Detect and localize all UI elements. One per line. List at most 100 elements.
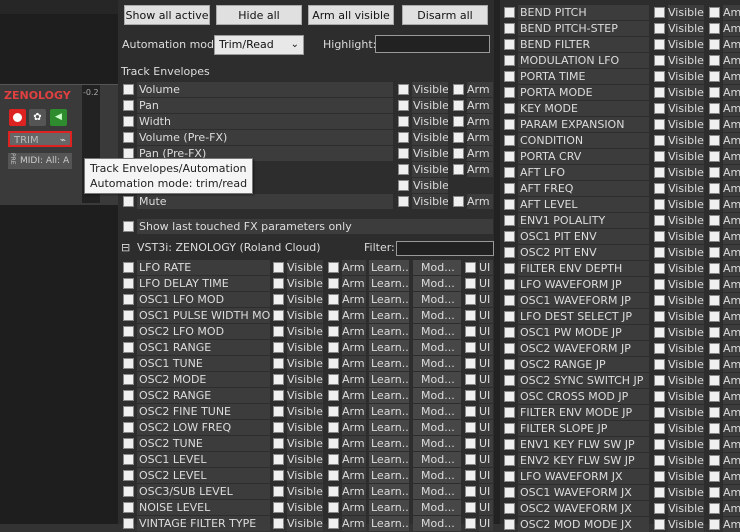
arm-checkbox[interactable] [709, 263, 720, 274]
mod-button[interactable]: Mod... [413, 372, 461, 387]
param-checkbox[interactable] [504, 39, 515, 50]
mod-button[interactable]: Mod... [413, 484, 461, 499]
plugin-param-row[interactable]: LFO RATE Visible Arm Learn... Mod... UI [121, 260, 493, 275]
envelope-checkbox[interactable] [123, 100, 134, 111]
learn-button[interactable]: Learn... [369, 260, 409, 275]
param-checkbox[interactable] [504, 343, 515, 354]
hide-all-button[interactable]: Hide all [216, 5, 302, 25]
visible-checkbox[interactable] [273, 486, 284, 497]
arm-checkbox[interactable] [709, 215, 720, 226]
track-name[interactable]: ZENOLOGY [4, 89, 71, 102]
visible-checkbox[interactable] [654, 519, 665, 530]
record-arm-button[interactable] [9, 109, 26, 126]
visible-checkbox[interactable] [654, 215, 665, 226]
mod-button[interactable]: Mod... [413, 292, 461, 307]
param-checkbox[interactable] [504, 119, 515, 130]
track-envelope-row[interactable]: Volume (Pre-FX) Visible Arm [121, 130, 493, 145]
arm-checkbox[interactable] [453, 196, 464, 207]
visible-checkbox[interactable] [654, 343, 665, 354]
right-param-row[interactable]: PORTA MODE Visible Am [502, 85, 740, 100]
learn-button[interactable]: Learn... [369, 324, 409, 339]
right-param-row[interactable]: OSC2 WAVEFORM JX Visible Am [502, 501, 740, 516]
param-checkbox[interactable] [504, 231, 515, 242]
arm-checkbox[interactable] [709, 247, 720, 258]
arm-checkbox[interactable] [709, 423, 720, 434]
mod-button[interactable]: Mod... [413, 340, 461, 355]
arm-checkbox[interactable] [709, 295, 720, 306]
plugin-param-row[interactable]: OSC2 FINE TUNE Visible Arm Learn... Mod... UI [121, 404, 493, 419]
right-param-row[interactable]: FILTER ENV DEPTH Visible Am [502, 261, 740, 276]
visible-checkbox[interactable] [654, 391, 665, 402]
visible-checkbox[interactable] [654, 455, 665, 466]
ui-checkbox[interactable] [465, 310, 476, 321]
param-checkbox[interactable] [504, 199, 515, 210]
visible-checkbox[interactable] [654, 359, 665, 370]
arm-checkbox[interactable] [328, 486, 339, 497]
arm-checkbox[interactable] [328, 406, 339, 417]
right-param-row[interactable]: OSC2 PIT ENV Visible Am [502, 245, 740, 260]
visible-checkbox[interactable] [654, 135, 665, 146]
param-checkbox[interactable] [123, 390, 134, 401]
right-param-row[interactable]: OSC1 PIT ENV Visible Am [502, 229, 740, 244]
right-param-row[interactable]: OSC2 RANGE JP Visible Am [502, 357, 740, 372]
mod-button[interactable]: Mod... [413, 500, 461, 515]
visible-checkbox[interactable] [654, 183, 665, 194]
param-checkbox[interactable] [504, 151, 515, 162]
param-checkbox[interactable] [123, 470, 134, 481]
plugin-param-row[interactable]: OSC2 TUNE Visible Arm Learn... Mod... UI [121, 436, 493, 451]
visible-checkbox[interactable] [654, 103, 665, 114]
ui-checkbox[interactable] [465, 374, 476, 385]
learn-button[interactable]: Learn... [369, 308, 409, 323]
plugin-param-row[interactable]: OSC1 RANGE Visible Arm Learn... Mod... UI [121, 340, 493, 355]
param-checkbox[interactable] [504, 503, 515, 514]
arm-checkbox[interactable] [328, 358, 339, 369]
param-checkbox[interactable] [504, 423, 515, 434]
right-param-row[interactable]: MODULATION LFO Visible Am [502, 53, 740, 68]
visible-checkbox[interactable] [273, 310, 284, 321]
learn-button[interactable]: Learn... [369, 420, 409, 435]
right-param-row[interactable]: PORTA CRV Visible Am [502, 149, 740, 164]
disarm-all-button[interactable]: Disarm all [402, 5, 488, 25]
mod-button[interactable]: Mod... [413, 324, 461, 339]
arm-checkbox[interactable] [453, 164, 464, 175]
arm-checkbox[interactable] [709, 7, 720, 18]
right-param-row[interactable]: BEND FILTER Visible Am [502, 37, 740, 52]
right-param-row[interactable]: OSC2 MOD MODE JX Visible Am [502, 517, 740, 532]
visible-checkbox[interactable] [654, 167, 665, 178]
visible-checkbox[interactable] [654, 23, 665, 34]
plugin-param-row[interactable]: OSC2 LEVEL Visible Arm Learn... Mod... UI [121, 468, 493, 483]
mod-button[interactable]: Mod... [413, 356, 461, 371]
arm-checkbox[interactable] [328, 326, 339, 337]
param-checkbox[interactable] [504, 295, 515, 306]
visible-checkbox[interactable] [654, 119, 665, 130]
show-last-touched-row[interactable]: Show last touched FX parameters only [121, 219, 493, 234]
collapse-icon[interactable]: ⊟ [121, 241, 130, 254]
visible-checkbox[interactable] [654, 407, 665, 418]
ui-checkbox[interactable] [465, 486, 476, 497]
arm-checkbox[interactable] [328, 294, 339, 305]
automation-mode-button[interactable]: TRIM ⌁ [8, 131, 72, 147]
learn-button[interactable]: Learn... [369, 436, 409, 451]
midi-input-button[interactable]: PRE MIDI: All: A [8, 153, 72, 169]
visible-checkbox[interactable] [273, 326, 284, 337]
right-param-row[interactable]: ENV1 KEY FLW SW JP Visible Am [502, 437, 740, 452]
plugin-param-row[interactable]: OSC1 LEVEL Visible Arm Learn... Mod... UI [121, 452, 493, 467]
param-checkbox[interactable] [504, 519, 515, 530]
right-param-row[interactable]: OSC1 PW MODE JP Visible Am [502, 325, 740, 340]
arm-checkbox[interactable] [453, 100, 464, 111]
track-envelope-row[interactable]: Pan Visible Arm [121, 98, 493, 113]
param-checkbox[interactable] [504, 455, 515, 466]
param-checkbox[interactable] [504, 471, 515, 482]
right-param-row[interactable]: PARAM EXPANSION Visible Am [502, 117, 740, 132]
envelope-checkbox[interactable] [123, 116, 134, 127]
ui-checkbox[interactable] [465, 278, 476, 289]
track-envelope-row[interactable]: Mute Visible Arm [121, 194, 493, 209]
track-envelope-row[interactable]: Width Visible Arm [121, 114, 493, 129]
arm-checkbox[interactable] [709, 503, 720, 514]
learn-button[interactable]: Learn... [369, 500, 409, 515]
arm-checkbox[interactable] [709, 23, 720, 34]
arm-checkbox[interactable] [453, 84, 464, 95]
arm-all-visible-button[interactable]: Arm all visible [308, 5, 394, 25]
mod-button[interactable]: Mod... [413, 452, 461, 467]
param-checkbox[interactable] [504, 487, 515, 498]
